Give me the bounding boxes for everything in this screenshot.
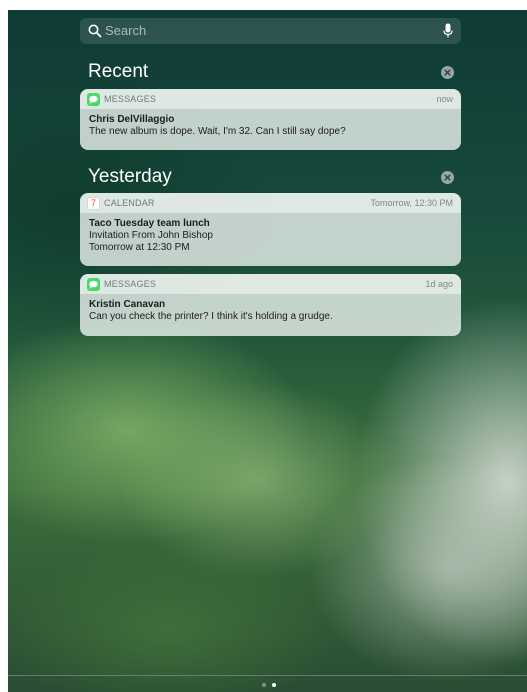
notification-time: Tomorrow, 12:30 PM bbox=[370, 198, 453, 208]
clear-yesterday-icon[interactable] bbox=[441, 171, 454, 184]
notification-time: now bbox=[436, 94, 453, 104]
notification-sender: Kristin Canavan bbox=[89, 299, 166, 310]
notification-card[interactable]: MESSAGES now Chris DelVillaggio The new … bbox=[80, 89, 461, 150]
section-title-yesterday: Yesterday bbox=[88, 166, 172, 187]
app-name: MESSAGES bbox=[104, 94, 157, 104]
page-indicator-dot-active[interactable] bbox=[272, 683, 276, 687]
messages-icon bbox=[87, 93, 100, 106]
notification-body: Kristin Canavan Can you check the printe… bbox=[80, 294, 461, 329]
microphone-icon[interactable] bbox=[443, 23, 453, 39]
page-indicator-dot[interactable] bbox=[262, 683, 266, 687]
notification-body: Taco Tuesday team lunch Invitation From … bbox=[80, 213, 461, 260]
notification-time: 1d ago bbox=[425, 279, 453, 289]
notification-message: Can you check the printer? I think it's … bbox=[89, 311, 333, 322]
dock-divider bbox=[8, 675, 527, 676]
notification-line: Invitation From John Bishop bbox=[89, 230, 213, 241]
notification-header: 7 CALENDAR Tomorrow, 12:30 PM bbox=[80, 193, 461, 213]
search-placeholder: Search bbox=[105, 23, 147, 38]
notification-message: The new album is dope. Wait, I'm 32. Can… bbox=[89, 126, 346, 137]
clear-recent-icon[interactable] bbox=[441, 66, 454, 79]
notification-sender: Chris DelVillaggio bbox=[89, 114, 175, 125]
notification-title: Taco Tuesday team lunch bbox=[89, 218, 210, 229]
notification-card[interactable]: 7 CALENDAR Tomorrow, 12:30 PM Taco Tuesd… bbox=[80, 193, 461, 266]
notification-card[interactable]: MESSAGES 1d ago Kristin Canavan Can you … bbox=[80, 274, 461, 336]
calendar-day: 7 bbox=[90, 198, 96, 208]
app-name: CALENDAR bbox=[104, 198, 155, 208]
notification-center: Search Recent MESSAGES now Chris DelVill… bbox=[8, 10, 527, 692]
calendar-icon: 7 bbox=[87, 197, 100, 210]
notification-body: Chris DelVillaggio The new album is dope… bbox=[80, 109, 461, 144]
notification-line: Tomorrow at 12:30 PM bbox=[89, 242, 190, 253]
search-icon bbox=[88, 24, 102, 38]
messages-icon bbox=[87, 278, 100, 291]
app-name: MESSAGES bbox=[104, 279, 157, 289]
notification-header: MESSAGES 1d ago bbox=[80, 274, 461, 294]
search-bar[interactable]: Search bbox=[80, 18, 461, 44]
section-title-recent: Recent bbox=[88, 61, 149, 82]
notification-header: MESSAGES now bbox=[80, 89, 461, 109]
